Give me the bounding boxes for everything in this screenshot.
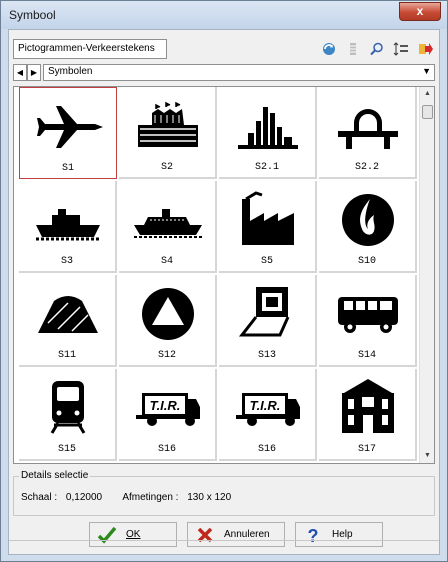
city-skyline-icon xyxy=(238,107,298,149)
symbol-set-select[interactable]: Symbolen ▼ xyxy=(43,64,435,81)
list-icon[interactable] xyxy=(343,39,363,59)
hill-icon xyxy=(38,296,98,333)
window-title: Symbool xyxy=(9,8,56,22)
passenger-ship-icon xyxy=(134,209,202,238)
svg-text:T.I.R.: T.I.R. xyxy=(150,398,181,413)
symbol-dialog: Symbool x Pictogrammen-Verkeerstekens ◀ … xyxy=(0,0,448,562)
details-text: Schaal : 0,12000 Afmetingen : 130 x 120 xyxy=(21,492,237,503)
symbol-label: S4 xyxy=(160,256,173,267)
size-value: 130 x 120 xyxy=(187,492,232,503)
symbol-cell[interactable]: S12 xyxy=(119,275,217,367)
symbol-cell[interactable]: S10 xyxy=(319,181,417,273)
computer-icon xyxy=(238,287,290,337)
symbol-label: S3 xyxy=(60,256,73,267)
symbol-label: S11 xyxy=(57,350,76,361)
symbol-cell[interactable]: S4 xyxy=(119,181,217,273)
symbol-cell[interactable]: S15 xyxy=(19,369,117,461)
details-group: Details selectie Schaal : 0,12000 Afmeti… xyxy=(13,470,435,516)
ok-label: OK xyxy=(126,529,141,540)
previous-button[interactable]: ◀ xyxy=(13,64,27,81)
symbol-cell[interactable]: S2.2 xyxy=(319,87,417,179)
category-field[interactable]: Pictogrammen-Verkeerstekens xyxy=(13,39,167,59)
symbol-label: S16 xyxy=(157,444,176,455)
vertical-scrollbar[interactable]: ▲ ▼ xyxy=(419,87,434,463)
scale-label: Schaal : xyxy=(21,492,58,503)
symbol-label: S2 xyxy=(160,162,173,173)
scroll-thumb[interactable] xyxy=(422,105,433,119)
symbol-grid-panel: S1 S2 S2.1 S2.2 S3 S4 S5 S10 S11 S12 S13… xyxy=(13,86,435,464)
symbol-label: S2.1 xyxy=(254,162,279,173)
symbol-grid: S1 S2 S2.1 S2.2 S3 S4 S5 S10 S11 S12 S13… xyxy=(19,87,419,463)
help-label: Help xyxy=(332,529,353,540)
toolbar: Pictogrammen-Verkeerstekens xyxy=(13,36,435,62)
symbol-label: S15 xyxy=(57,444,76,455)
symbol-cell[interactable]: S13 xyxy=(219,275,317,367)
symbol-cell[interactable]: S14 xyxy=(319,275,417,367)
details-legend: Details selectie xyxy=(19,470,91,481)
symbol-set-value: Symbolen xyxy=(48,66,93,77)
export-icon[interactable] xyxy=(415,39,435,59)
building-icon xyxy=(342,379,394,433)
toolbar-tools xyxy=(319,39,435,59)
spacing-icon[interactable] xyxy=(391,39,411,59)
scroll-up-arrow[interactable]: ▲ xyxy=(420,87,435,101)
title-bar: Symbool x xyxy=(1,1,447,29)
symbol-cell[interactable]: S17 xyxy=(319,369,417,461)
zoom-icon[interactable] xyxy=(367,39,387,59)
symbol-label: S13 xyxy=(257,350,276,361)
symbol-cell[interactable]: T.I.R. S16 xyxy=(119,369,217,461)
symbol-cell[interactable]: S1 xyxy=(19,87,117,179)
warning-circle-icon xyxy=(142,288,194,340)
symbol-label: S14 xyxy=(357,350,376,361)
symbol-label: S5 xyxy=(260,256,273,267)
scroll-down-arrow[interactable]: ▼ xyxy=(420,449,435,463)
refresh-icon[interactable] xyxy=(319,39,339,59)
dialog-body: Pictogrammen-Verkeerstekens ◀ ▶ Symbolen… xyxy=(8,29,440,555)
train-icon xyxy=(50,381,86,434)
svg-text:T.I.R.: T.I.R. xyxy=(250,398,281,413)
cancel-label: Annuleren xyxy=(224,529,270,540)
chevron-down-icon[interactable]: ▼ xyxy=(422,66,431,76)
symbol-label: S10 xyxy=(357,256,376,267)
symbol-label: S2.2 xyxy=(354,162,379,173)
factory-icon xyxy=(242,191,294,245)
status-bar xyxy=(9,540,439,554)
navigation-row: ◀ ▶ Symbolen ▼ xyxy=(13,64,435,82)
symbol-cell[interactable]: S5 xyxy=(219,181,317,273)
symbol-label: S16 xyxy=(257,444,276,455)
symbol-cell[interactable]: T.I.R. S16 xyxy=(219,369,317,461)
tir-truck-icon: T.I.R. xyxy=(236,393,300,426)
flame-icon xyxy=(342,194,394,246)
symbol-label: S12 xyxy=(157,350,176,361)
arch-bridge-icon xyxy=(338,109,398,149)
airplane-icon xyxy=(35,106,103,148)
symbol-cell[interactable]: S2 xyxy=(119,87,217,179)
symbol-label: S1 xyxy=(61,163,74,174)
bus-icon xyxy=(338,297,398,333)
symbol-cell[interactable]: S3 xyxy=(19,181,117,273)
next-button[interactable]: ▶ xyxy=(27,64,41,81)
symbol-cell[interactable]: S2.1 xyxy=(219,87,317,179)
close-button[interactable]: x xyxy=(399,2,441,21)
symbol-label: S17 xyxy=(357,444,376,455)
scale-value: 0,12000 xyxy=(65,492,103,503)
stadium-icon xyxy=(138,101,198,147)
symbol-cell[interactable]: S11 xyxy=(19,275,117,367)
tir-truck-icon: T.I.R. xyxy=(136,393,200,426)
size-label: Afmetingen : xyxy=(122,492,179,503)
cargo-ship-icon xyxy=(36,209,100,241)
